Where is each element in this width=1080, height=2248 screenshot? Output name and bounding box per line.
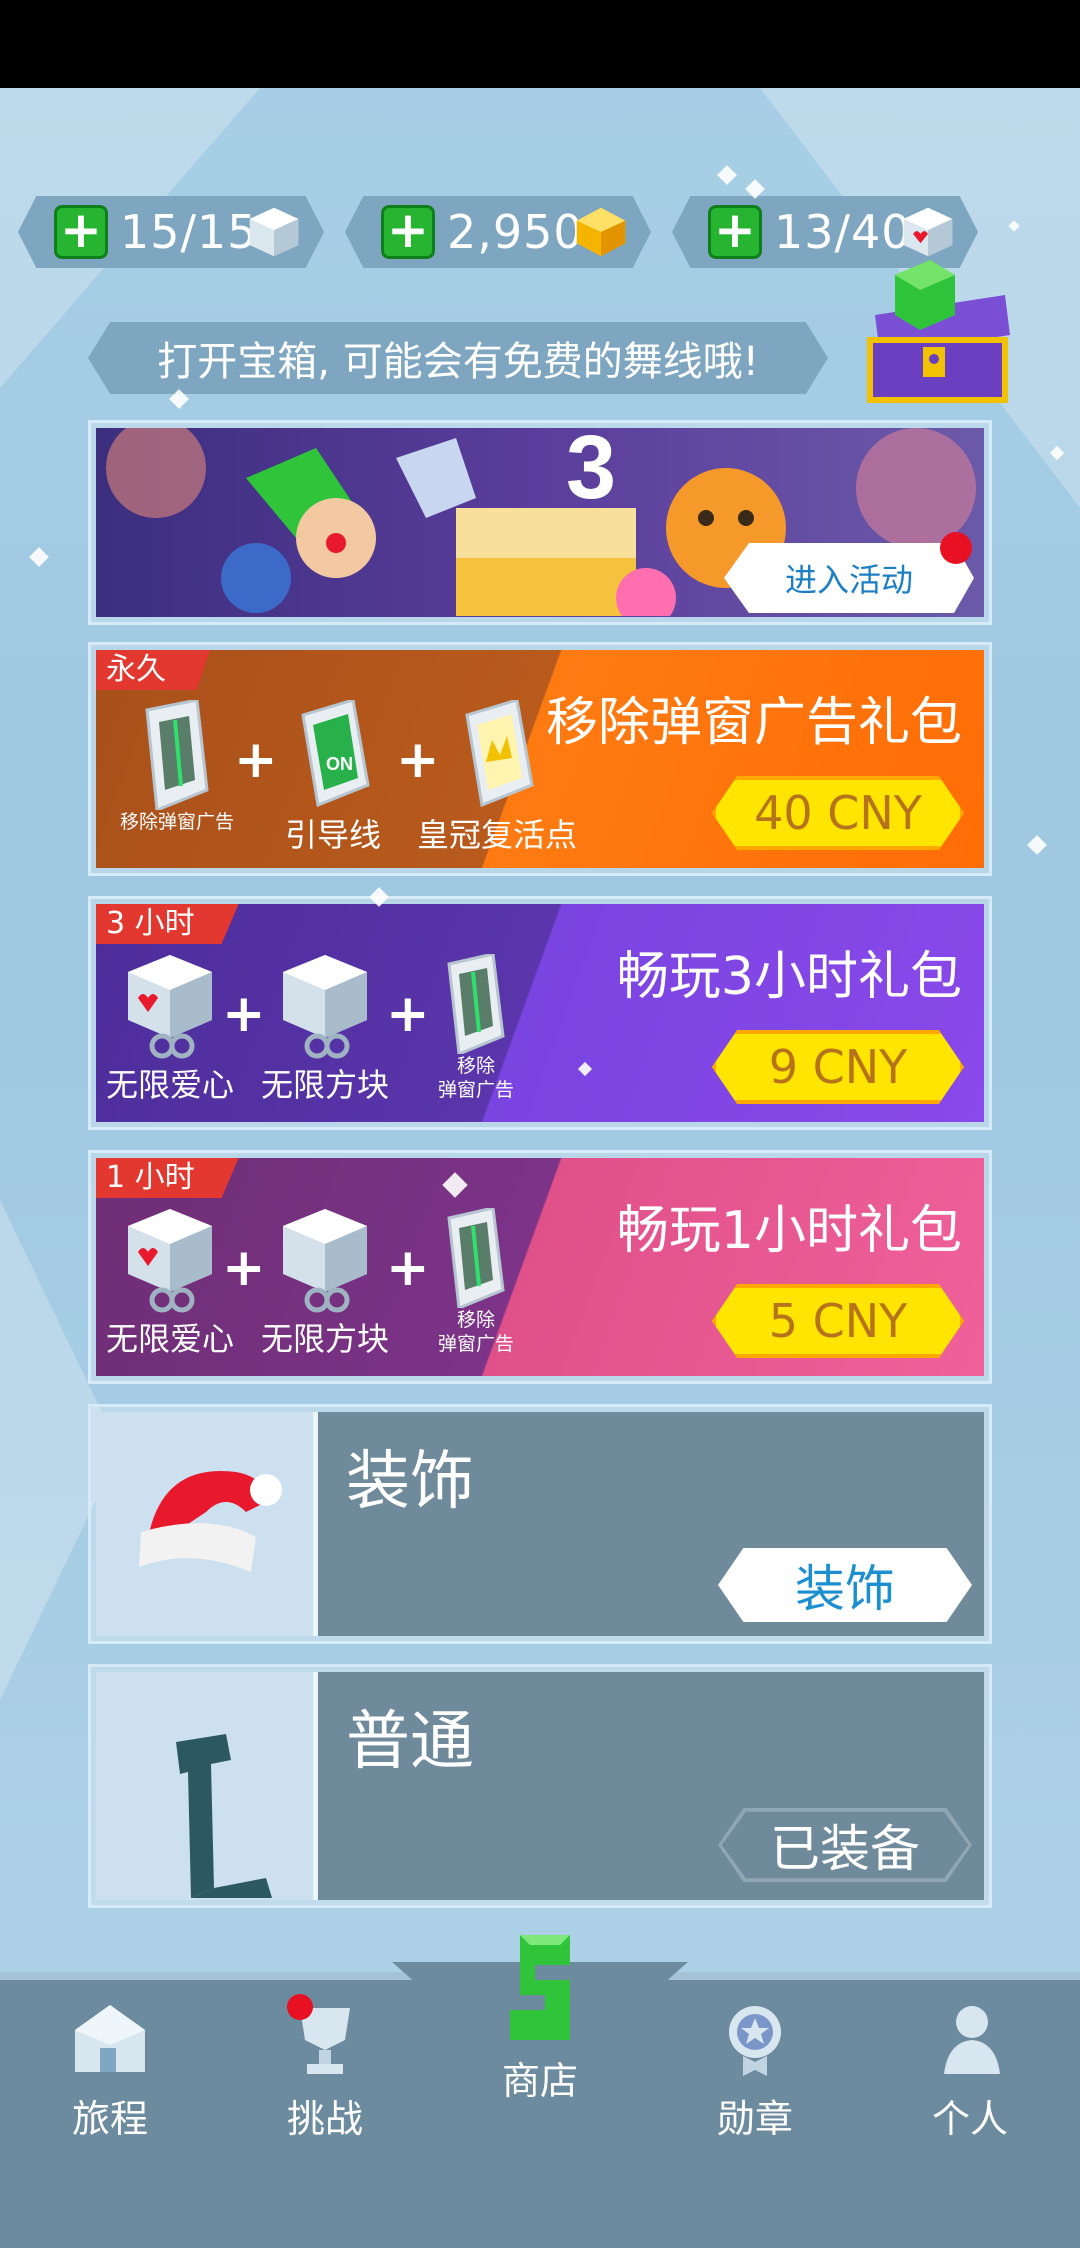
nav-item-challenge[interactable]: 挑战 bbox=[245, 1994, 405, 2143]
pack-3-hours[interactable]: 3 小时 畅玩3小时礼包 9 CNY 无限爱心 + 无限方块 + 移除 弹窗广告 bbox=[88, 896, 992, 1130]
nav-item-profile[interactable]: 个人 bbox=[890, 2000, 1050, 2143]
skin-title: 普通 bbox=[346, 1705, 474, 1779]
pack-item: 无限爱心 bbox=[100, 950, 240, 1106]
pack-1-hour[interactable]: 1 小时 畅玩1小时礼包 5 CNY 无限爱心 + 无限方块 + 移除 弹窗广告 bbox=[88, 1150, 992, 1384]
snowflake bbox=[745, 179, 765, 199]
pack-item: 皇冠复活点 bbox=[412, 700, 582, 856]
gold-gem-icon bbox=[576, 207, 626, 257]
currency-hearts-value: 13/40 bbox=[774, 205, 912, 259]
pack-tag: 永久 bbox=[96, 650, 210, 690]
enter-event-button[interactable]: 进入活动 bbox=[724, 543, 974, 613]
enter-event-label: 进入活动 bbox=[784, 561, 913, 599]
pack-item: 移除 弹窗广告 bbox=[426, 954, 526, 1102]
pack-tag: 3 小时 bbox=[96, 904, 239, 944]
house-icon bbox=[75, 2005, 145, 2072]
heart-cube-icon bbox=[903, 207, 953, 257]
skin-thumbnail bbox=[96, 1412, 318, 1636]
infinite-blocks-icon bbox=[283, 955, 367, 1059]
buy-pack-button[interactable]: 9 CNY bbox=[712, 1030, 964, 1104]
pack-item: 移除弹窗广告 bbox=[102, 700, 252, 834]
buy-pack-button[interactable]: 5 CNY bbox=[712, 1284, 964, 1358]
infinite-hearts-icon bbox=[128, 1209, 212, 1313]
normal-line-icon bbox=[176, 1734, 272, 1898]
pack-title: 畅玩3小时礼包 bbox=[616, 947, 962, 1007]
medal-icon bbox=[729, 2006, 781, 2076]
plus-icon: + bbox=[386, 1238, 430, 1298]
equipped-button-label: 已装备 bbox=[770, 1820, 920, 1878]
pack-item-label: 无限爱心 bbox=[105, 1066, 234, 1104]
cube-icon bbox=[249, 207, 299, 257]
add-gems-icon[interactable]: + bbox=[381, 205, 435, 259]
svg-text:3: 3 bbox=[566, 428, 616, 518]
skin-title: 装饰 bbox=[346, 1445, 474, 1519]
decorate-button[interactable]: 装饰 bbox=[718, 1548, 972, 1622]
event-banner[interactable]: 3 进入活动 bbox=[88, 420, 992, 625]
nav-item-shop[interactable]: 商店 bbox=[460, 1930, 620, 2105]
buy-pack-button[interactable]: 40 CNY bbox=[712, 776, 964, 850]
infinite-hearts-icon bbox=[128, 955, 212, 1059]
pack-item-label: 无限爱心 bbox=[105, 1320, 234, 1358]
equipped-button[interactable]: 已装备 bbox=[718, 1808, 972, 1882]
pack-item-label: 移除 bbox=[456, 1309, 495, 1331]
price-label: 9 CNY bbox=[768, 1040, 908, 1094]
pack-tag: 1 小时 bbox=[96, 1158, 239, 1198]
guide-line-icon: ON bbox=[301, 700, 370, 808]
window-icon bbox=[145, 700, 209, 810]
currency-gems[interactable]: + 2,950 bbox=[345, 196, 651, 268]
pack-item: 移除 弹窗广告 bbox=[426, 1208, 526, 1356]
pack-remove-ads[interactable]: 永久 移除弹窗广告礼包 40 CNY 移除弹窗广告 + ON 引导线 + 皇冠复… bbox=[88, 642, 992, 876]
snowflake bbox=[1027, 835, 1047, 855]
notification-dot bbox=[287, 1994, 313, 2020]
person-icon bbox=[944, 2006, 1000, 2074]
nav-label: 旅程 bbox=[71, 2097, 148, 2141]
pack-item-label: 无限方块 bbox=[260, 1066, 389, 1104]
plus-icon: + bbox=[386, 984, 430, 1044]
add-hearts-icon[interactable]: + bbox=[708, 205, 762, 259]
skin-thumbnail bbox=[96, 1672, 318, 1900]
tip-text: 打开宝箱, 可能会有免费的舞线哦! bbox=[157, 339, 759, 385]
svg-text:ON: ON bbox=[326, 754, 353, 774]
nav-item-journey[interactable]: 旅程 bbox=[30, 2000, 190, 2143]
price-label: 40 CNY bbox=[754, 786, 922, 840]
window-icon bbox=[447, 1208, 505, 1308]
nav-label: 个人 bbox=[931, 2097, 1008, 2141]
pack-title: 移除弹窗广告礼包 bbox=[545, 693, 962, 753]
pack-item-label: 移除 bbox=[456, 1055, 495, 1077]
currency-blocks-value: 15/15 bbox=[120, 205, 258, 259]
skin-normal-card[interactable]: 普通 已装备 bbox=[88, 1664, 992, 1908]
nav-item-medals[interactable]: 勋章 bbox=[675, 2000, 835, 2143]
currency-blocks[interactable]: + 15/15 bbox=[18, 196, 324, 268]
pack-item: 无限爱心 bbox=[100, 1204, 240, 1360]
pack-item-label: 引导线 bbox=[284, 816, 381, 854]
shop-s-icon bbox=[510, 1935, 570, 2040]
window-icon bbox=[447, 954, 505, 1054]
tip-banner: 打开宝箱, 可能会有免费的舞线哦! bbox=[88, 322, 828, 394]
pack-item-label: 弹窗广告 bbox=[437, 1079, 514, 1101]
santa-hat-icon bbox=[139, 1471, 282, 1572]
notification-dot bbox=[940, 532, 972, 564]
nav-label: 勋章 bbox=[716, 2097, 793, 2141]
pack-item-label: 皇冠复活点 bbox=[416, 816, 577, 854]
decorate-button-label: 装饰 bbox=[795, 1560, 895, 1618]
pack-item: 无限方块 bbox=[250, 1204, 400, 1360]
infinite-blocks-icon bbox=[283, 1209, 367, 1313]
pack-title: 畅玩1小时礼包 bbox=[616, 1201, 962, 1261]
pack-item-label: 弹窗广告 bbox=[437, 1333, 514, 1355]
pack-item: 无限方块 bbox=[250, 950, 400, 1106]
price-label: 5 CNY bbox=[768, 1294, 908, 1348]
status-bar bbox=[0, 0, 1080, 88]
skin-decoration-card[interactable]: 装饰 装饰 bbox=[88, 1404, 992, 1644]
pack-item-label: 无限方块 bbox=[260, 1320, 389, 1358]
nav-label: 挑战 bbox=[286, 2097, 363, 2141]
crown-checkpoint-icon bbox=[465, 700, 534, 808]
treasure-chest-icon[interactable] bbox=[845, 255, 1015, 405]
currency-gems-value: 2,950 bbox=[447, 205, 584, 259]
add-blocks-icon[interactable]: + bbox=[54, 205, 108, 259]
snowflake bbox=[717, 165, 737, 185]
nav-label: 商店 bbox=[501, 2059, 578, 2103]
snowflake bbox=[29, 547, 49, 567]
pack-item: ON 引导线 bbox=[258, 700, 408, 856]
pack-item-label: 移除弹窗广告 bbox=[119, 811, 234, 833]
